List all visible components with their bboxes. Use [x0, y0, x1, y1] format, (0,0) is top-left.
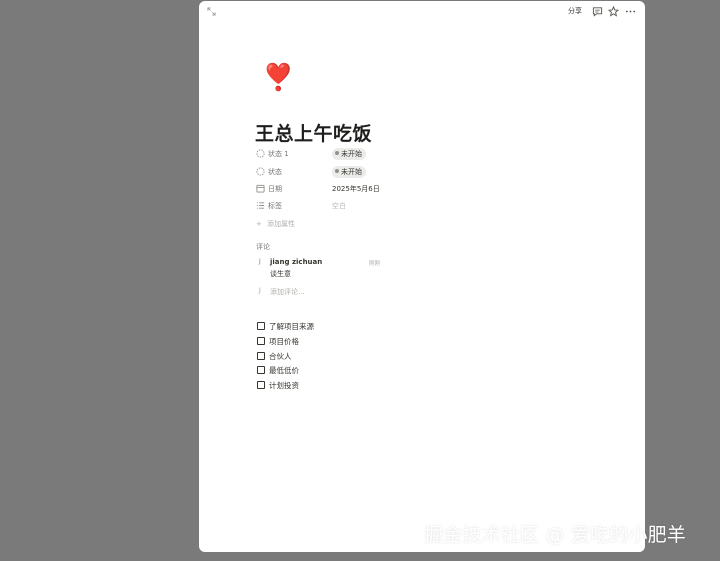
todo-text[interactable]: 合伙人: [269, 351, 292, 362]
comments-heading: 评论: [256, 243, 270, 251]
status-pill[interactable]: 未开始: [332, 166, 366, 178]
add-property-label: 添加属性: [267, 220, 295, 228]
todo-checkbox[interactable]: [257, 351, 265, 360]
property-value[interactable]: 2025年5月6日: [332, 184, 380, 194]
property-row-date[interactable]: 日期 2025年5月6日: [256, 182, 616, 196]
avatar: J: [259, 258, 261, 265]
watermark: 掘金技术社区 @ 爱吃的小肥羊: [424, 524, 687, 546]
star-icon[interactable]: [608, 6, 619, 17]
comment-time: 刚刚: [369, 261, 381, 267]
comment-text: 谈生意: [270, 270, 291, 278]
page-emoji-icon[interactable]: ❣️: [262, 63, 294, 93]
property-row-status-1[interactable]: 状态 1 未开始: [256, 147, 616, 161]
property-value[interactable]: 未开始: [332, 166, 366, 178]
property-row-status[interactable]: 状态 未开始: [256, 165, 616, 179]
status-pill-label: 未开始: [341, 150, 362, 158]
list-icon: [256, 202, 265, 209]
todo-checkbox[interactable]: [257, 366, 265, 375]
add-property-button[interactable]: + 添加属性: [256, 219, 295, 229]
page-panel: 分享 ❣️ 王总上午吃饭 状态 1 未开始 状态 未开始 日期 2025年5月6…: [199, 1, 645, 552]
todo-text[interactable]: 计划投资: [269, 380, 299, 391]
todo-text[interactable]: 最低低价: [269, 365, 299, 376]
add-comment-input[interactable]: J 添加评论...: [256, 287, 456, 297]
property-row-tags[interactable]: 标签 空白: [256, 199, 616, 213]
comment-icon[interactable]: [592, 6, 603, 17]
property-label: 标签: [268, 202, 282, 210]
topbar: 分享: [199, 1, 645, 23]
status-pill[interactable]: 未开始: [332, 148, 366, 160]
status-icon: [256, 167, 265, 176]
todo-text[interactable]: 项目价格: [269, 336, 299, 347]
property-label: 日期: [268, 185, 282, 193]
status-icon: [256, 149, 265, 158]
status-dot: [335, 151, 339, 155]
avatar: J: [259, 287, 261, 294]
comment-item[interactable]: J jiang zichuan 刚刚 谈生意: [256, 257, 556, 283]
property-value[interactable]: 未开始: [332, 148, 366, 160]
page-title[interactable]: 王总上午吃饭: [255, 119, 372, 146]
property-label: 状态: [268, 168, 282, 176]
todo-checkbox[interactable]: [257, 381, 265, 390]
calendar-icon: [256, 184, 265, 193]
plus-icon: +: [256, 220, 262, 228]
property-value[interactable]: 空白: [332, 201, 346, 211]
status-dot: [335, 169, 339, 173]
share-button[interactable]: 分享: [568, 6, 582, 16]
comment-author: jiang zichuan: [270, 258, 323, 266]
todo-checkbox[interactable]: [257, 336, 265, 345]
expand-icon[interactable]: [207, 7, 216, 16]
add-comment-placeholder: 添加评论...: [270, 288, 305, 296]
status-pill-label: 未开始: [341, 168, 362, 176]
more-icon[interactable]: [625, 6, 636, 17]
todo-text[interactable]: 了解项目来源: [269, 321, 314, 332]
property-label: 状态 1: [268, 150, 289, 158]
todo-checkbox[interactable]: [257, 322, 265, 330]
